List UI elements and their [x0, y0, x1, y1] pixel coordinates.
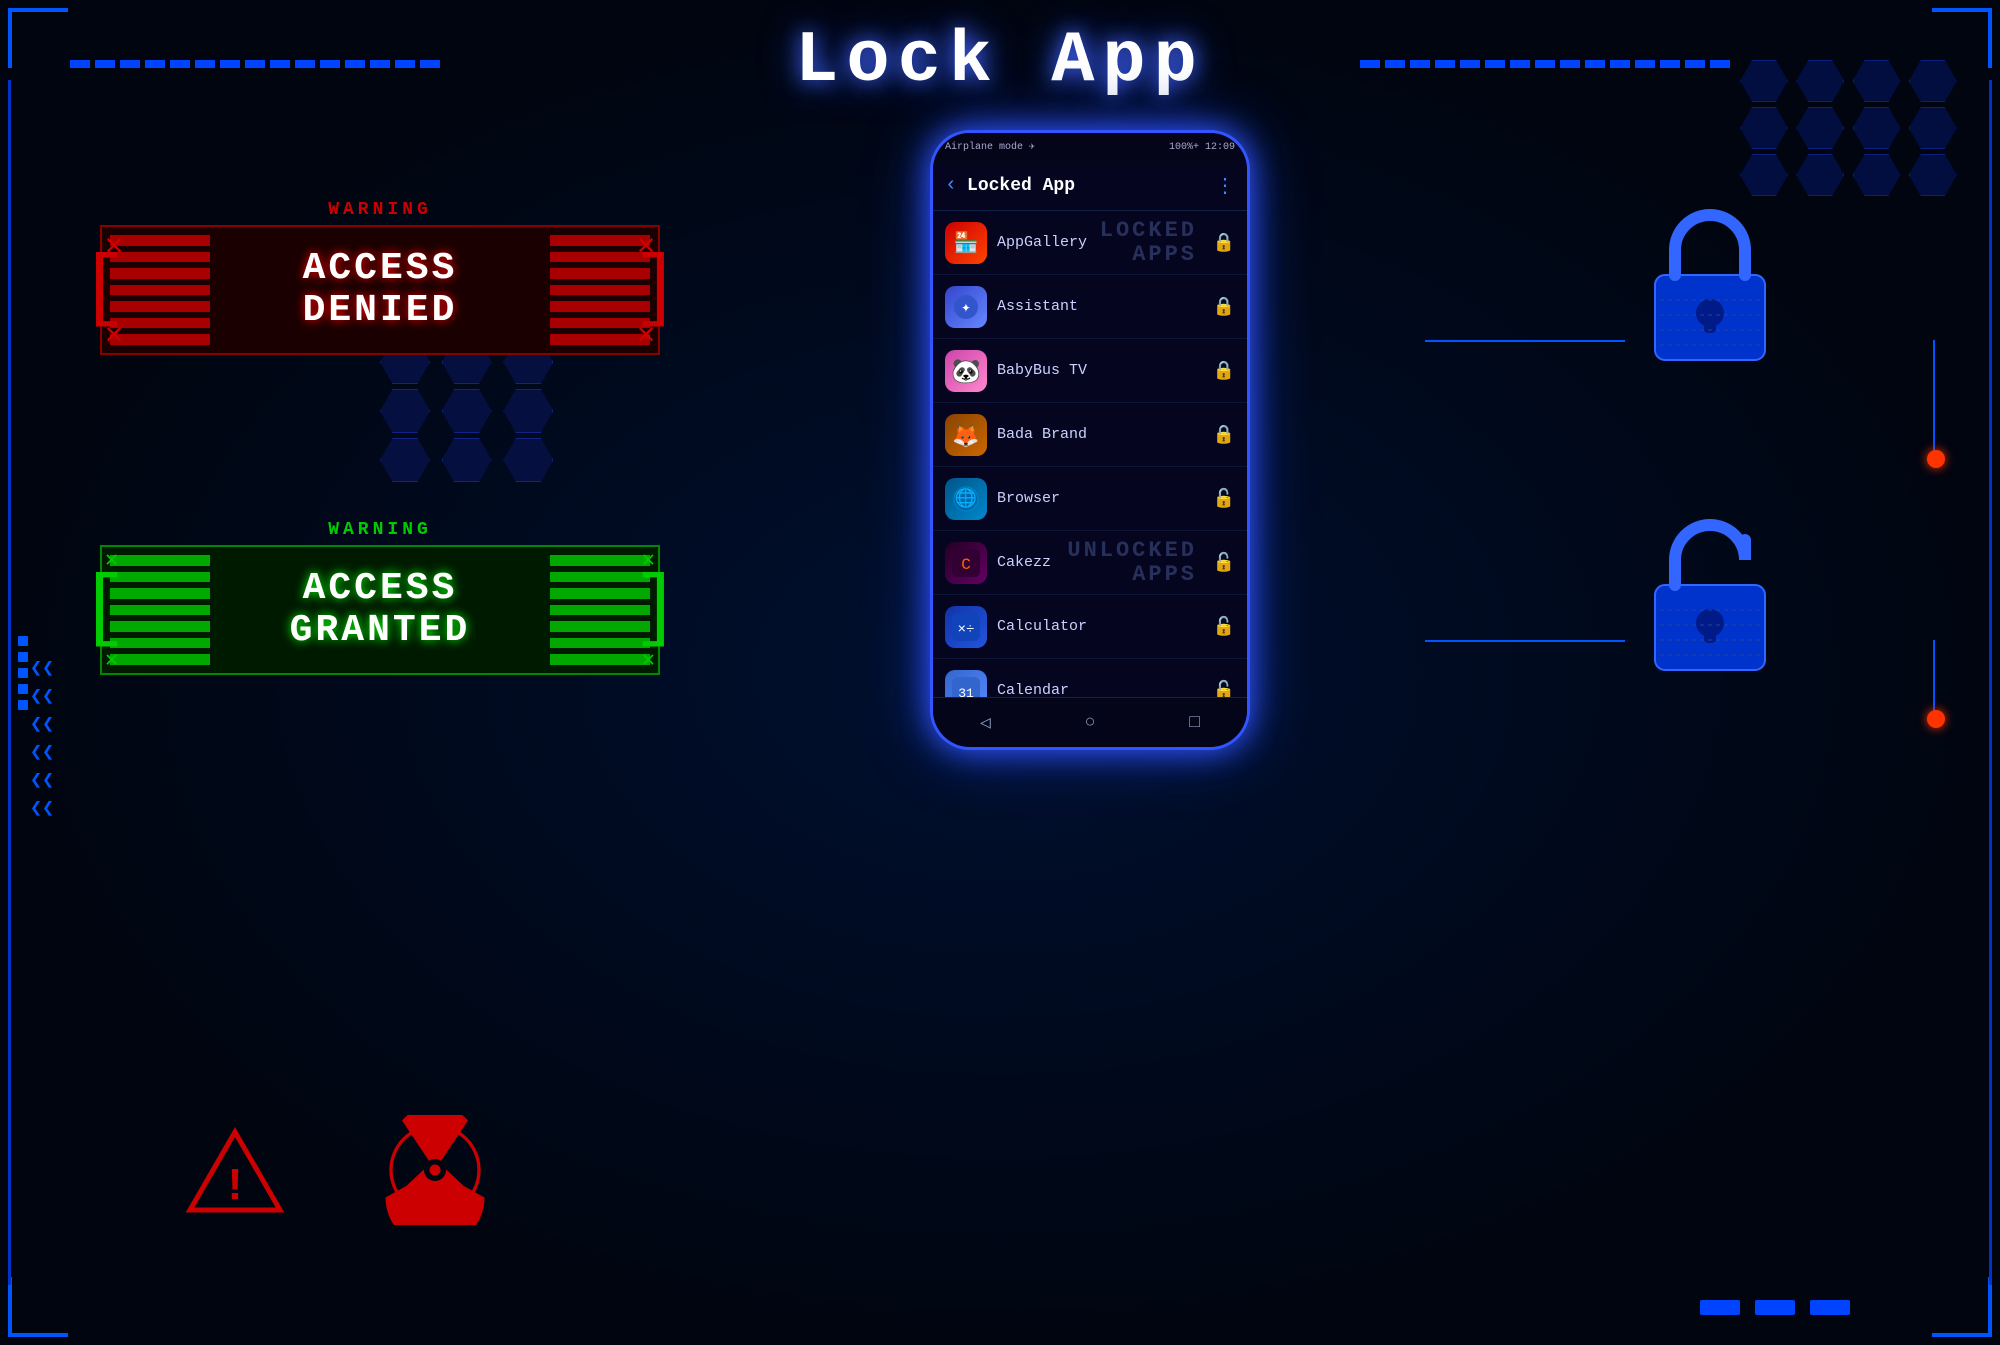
denied-bracket-left: [: [80, 250, 128, 330]
lock-connection-vert-upper: [1933, 340, 1935, 453]
lock-open-icon: 🔓: [1213, 488, 1235, 510]
denied-bracket-right: ]: [632, 250, 680, 330]
app-icon-browser: 🌐: [945, 478, 987, 520]
phone-header: ‹ Locked App ⋮: [933, 161, 1247, 211]
corner-br-decoration: [1932, 1277, 1992, 1337]
status-bar-left: Airplane mode ✈: [945, 141, 1035, 153]
app-name-bada: Bada Brand: [997, 426, 1203, 443]
menu-button[interactable]: ⋮: [1215, 173, 1235, 199]
warning-triangle-icon: !: [185, 1127, 285, 1215]
back-button[interactable]: ‹: [945, 174, 957, 197]
lock-connection-line-lower: [1425, 640, 1625, 642]
nav-back-button[interactable]: ◁: [980, 712, 991, 734]
svg-text:🦊: 🦊: [952, 423, 979, 449]
lock-closed-icon: 🔒: [1213, 360, 1235, 382]
right-frame-decoration: [1962, 80, 1992, 1285]
unlocked-watermark: UNLOCKEDAPPS: [1067, 538, 1197, 586]
status-bar-right: 100%+ 12:09: [1169, 142, 1235, 153]
corner-bl-decoration: [8, 1277, 68, 1337]
lock-closed-icon: 🔒: [1213, 296, 1235, 318]
app-name-browser: Browser: [997, 490, 1203, 507]
access-denied-panel: WARNING ✕ ✕ ✕ ✕ ACCESS DENIED [ ]: [100, 200, 660, 355]
airplane-mode-label: Airplane mode ✈: [945, 141, 1035, 153]
svg-text:🌐: 🌐: [955, 487, 977, 510]
phone-mockup: Airplane mode ✈ 100%+ 12:09 ‹ Locked App…: [930, 130, 1250, 750]
lock-connection-line-upper: [1425, 340, 1625, 342]
svg-text:C: C: [961, 556, 971, 574]
left-dots-decoration: [18, 636, 28, 710]
lock-open-icon: 🔓: [1213, 616, 1235, 638]
lock-closed-icon: 🔒: [1213, 424, 1235, 446]
corner-tr-decoration: [1932, 8, 1992, 68]
list-item[interactable]: C Cakezz UNLOCKEDAPPS 🔓: [933, 531, 1247, 595]
nav-home-button[interactable]: ○: [1085, 713, 1096, 733]
app-icon-assistant: ✦: [945, 286, 987, 328]
bottom-dots-decoration: [1700, 1300, 1850, 1315]
lock-open-icon: 🔓: [1213, 552, 1235, 574]
locked-padlock-icon: [1630, 200, 1790, 370]
hex-grid-top-right: [1740, 60, 1960, 196]
app-icon-calculator: ×÷: [945, 606, 987, 648]
app-icon-cakezz: C: [945, 542, 987, 584]
lock-connection-vert-lower: [1933, 640, 1935, 713]
app-name-calculator: Calculator: [997, 618, 1203, 635]
app-name-babybus: BabyBus TV: [997, 362, 1203, 379]
granted-text: ACCESS GRANTED: [290, 568, 471, 652]
denied-warning-label: WARNING: [100, 200, 660, 220]
phone-screen-title: Locked App: [967, 176, 1205, 196]
access-granted-panel: WARNING ✕ ✕ ✕ ✕ ACCESS GRANTED [ ]: [100, 520, 660, 675]
phone-status-bar: Airplane mode ✈ 100%+ 12:09: [933, 133, 1247, 161]
red-dot-lower: [1927, 710, 1945, 728]
hex-grid-mid-left: [380, 340, 560, 482]
corner-tl-decoration: [8, 8, 68, 68]
list-item[interactable]: ×÷ Calculator 🔓: [933, 595, 1247, 659]
battery-time-label: 100%+ 12:09: [1169, 142, 1235, 153]
granted-bracket-right: ]: [632, 570, 680, 650]
radiation-icon: [380, 1115, 490, 1225]
page-title: Lock App: [795, 20, 1205, 102]
list-item[interactable]: ✦ Assistant 🔒: [933, 275, 1247, 339]
lock-closed-icon: 🔒: [1213, 232, 1235, 254]
locked-watermark: LOCKEDAPPS: [1100, 218, 1197, 266]
access-denied-banner: ✕ ✕ ✕ ✕ ACCESS DENIED [ ]: [100, 225, 660, 355]
stripe-top-right-decoration: [1360, 60, 1730, 68]
svg-text:🐼: 🐼: [952, 357, 980, 385]
app-icon-babybus: 🐼: [945, 350, 987, 392]
app-icon-bada: 🦊: [945, 414, 987, 456]
svg-text:!: !: [221, 1162, 248, 1213]
list-item[interactable]: 🦊 Bada Brand 🔒: [933, 403, 1247, 467]
access-granted-banner: ✕ ✕ ✕ ✕ ACCESS GRANTED [ ]: [100, 545, 660, 675]
app-icon-appgallery: 🏪: [945, 222, 987, 264]
list-item[interactable]: 🌐 Browser 🔓: [933, 467, 1247, 531]
stripe-top-left-decoration: [70, 60, 440, 68]
list-item[interactable]: 🐼 BabyBus TV 🔒: [933, 339, 1247, 403]
denied-text: ACCESS DENIED: [303, 248, 458, 332]
list-item[interactable]: 🏪 AppGallery LOCKEDAPPS 🔒: [933, 211, 1247, 275]
red-dot-upper: [1927, 450, 1945, 468]
svg-text:✦: ✦: [961, 299, 971, 317]
unlocked-padlock-icon: [1630, 510, 1790, 680]
app-name-assistant: Assistant: [997, 298, 1203, 315]
granted-warning-label: WARNING: [100, 520, 660, 540]
svg-text:×÷: ×÷: [958, 622, 975, 638]
app-list: 🏪 AppGallery LOCKEDAPPS 🔒 ✦ Assistant 🔒 …: [933, 211, 1247, 717]
svg-text:🏪: 🏪: [954, 230, 979, 256]
phone-nav-bar: ◁ ○ □: [933, 697, 1247, 747]
granted-bracket-left: [: [80, 570, 128, 650]
left-chevrons-decoration: ❮❮ ❮❮ ❮❮ ❮❮ ❮❮ ❮❮: [30, 660, 54, 820]
nav-recents-button[interactable]: □: [1189, 713, 1200, 733]
